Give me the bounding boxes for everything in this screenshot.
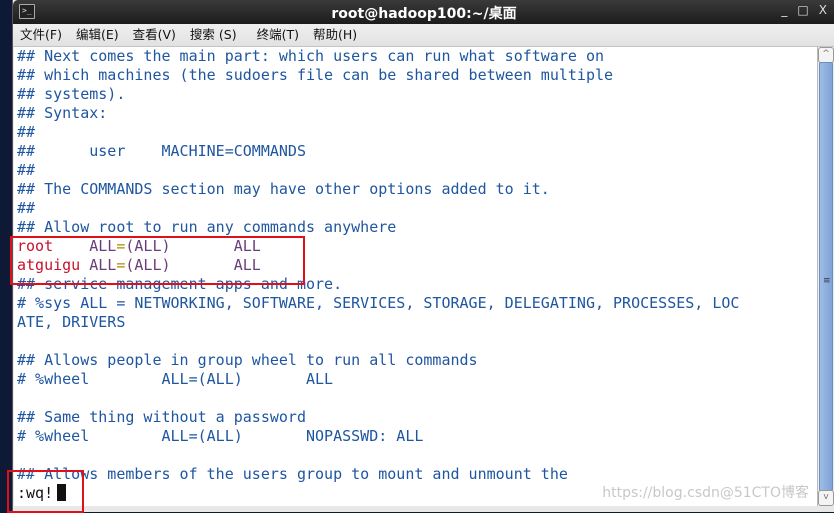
terminal-line: ## <box>17 199 35 218</box>
terminal-line: ## which machines (the sudoers file can … <box>17 66 613 85</box>
rule-command: ALL <box>170 237 261 255</box>
terminal-line: ## user MACHINE=COMMANDS <box>17 142 306 161</box>
menu-edit[interactable]: 编辑(E) <box>69 24 126 46</box>
line-text: %wheel ALL=(ALL) ALL <box>26 370 334 388</box>
terminal-line: ## Allow root to run any commands anywhe… <box>17 218 396 237</box>
terminal-line: # %wheel ALL=(ALL) ALL <box>17 370 333 389</box>
rule-user: root <box>17 237 81 255</box>
line-text: user MACHINE=COMMANDS <box>35 142 306 160</box>
rule-host: ALL <box>80 256 117 274</box>
comment-marker: ## <box>17 275 36 293</box>
comment-marker: # <box>17 427 27 445</box>
terminal-line: ## service management apps and more. <box>17 275 342 294</box>
scroll-up-arrow-icon[interactable]: ^ <box>818 47 834 63</box>
menu-terminal[interactable]: 终端(T) <box>250 24 306 46</box>
terminal-line: ## <box>17 161 35 180</box>
comment-marker: ## <box>17 161 36 179</box>
comment-marker: ## <box>17 47 36 65</box>
terminal-line: ATE, DRIVERS <box>17 313 125 332</box>
menu-view[interactable]: 查看(V) <box>126 24 183 46</box>
close-button[interactable]: X <box>819 3 827 17</box>
sudoers-rule-line: atguigu ALL=(ALL) ALL <box>17 256 261 275</box>
terminal-content[interactable]: ## Next comes the main part: which users… <box>14 47 817 506</box>
comment-marker: ## <box>17 85 36 103</box>
line-text: %sys ALL = NETWORKING, SOFTWARE, SERVICE… <box>26 294 740 312</box>
terminal-line: ## Allows members of the users group to … <box>17 465 568 484</box>
comment-marker: ## <box>17 142 36 160</box>
minimize-button[interactable]: _ <box>781 3 787 17</box>
menu-bar: 文件(F) 编辑(E) 查看(V) 搜索 (S) 终端(T) 帮助(H) <box>13 24 834 47</box>
comment-marker: ## <box>17 351 36 369</box>
title-bar[interactable]: >_ root@hadoop100:~/桌面 _ □ X <box>13 0 834 24</box>
window-title: root@hadoop100:~/桌面 <box>331 6 517 22</box>
terminal-line: # %wheel ALL=(ALL) NOPASSWD: ALL <box>17 427 423 446</box>
line-text: Same thing without a password <box>35 408 306 426</box>
text-cursor <box>57 484 67 501</box>
scrollbar-thumb[interactable]: ≡ <box>819 62 833 491</box>
maximize-button[interactable]: □ <box>797 3 808 17</box>
terminal-line: ## The COMMANDS section may have other o… <box>17 180 550 199</box>
comment-marker: # <box>17 294 27 312</box>
comment-marker: ## <box>17 180 36 198</box>
menu-help[interactable]: 帮助(H) <box>306 24 364 46</box>
line-text: Syntax: <box>35 104 108 122</box>
terminal-window: >_ root@hadoop100:~/桌面 _ □ X 文件(F) 编辑(E)… <box>12 0 834 512</box>
line-text: which machines (the sudoers file can be … <box>35 66 614 84</box>
terminal-line: ## Next comes the main part: which users… <box>17 47 604 66</box>
terminal-line: # %sys ALL = NETWORKING, SOFTWARE, SERVI… <box>17 294 739 313</box>
line-text: service management apps and more. <box>35 275 343 293</box>
rule-runas: (ALL) <box>125 237 171 255</box>
line-text: The COMMANDS section may have other opti… <box>35 180 550 198</box>
line-text: Allows people in group wheel to run all … <box>35 351 478 369</box>
line-text: %wheel ALL=(ALL) NOPASSWD: ALL <box>26 427 424 445</box>
comment-marker: ## <box>17 104 36 122</box>
line-text: systems). <box>35 85 126 103</box>
rule-runas: (ALL) <box>125 256 171 274</box>
line-text: Allow root to run any commands anywhere <box>35 218 397 236</box>
comment-marker: # <box>17 370 27 388</box>
comment-marker: ## <box>17 408 36 426</box>
rule-host: ALL <box>80 237 117 255</box>
line-text: ATE, DRIVERS <box>17 313 126 331</box>
comment-marker: ## <box>17 199 36 217</box>
comment-marker: ## <box>17 66 36 84</box>
terminal-line: ## Syntax: <box>17 104 107 123</box>
sudoers-rule-line: root ALL=(ALL) ALL <box>17 237 261 256</box>
vertical-scrollbar[interactable]: ^ ≡ v <box>817 47 834 506</box>
command-text: :wq! <box>17 484 54 502</box>
watermark: https://blog.csdn@51CTO博客 <box>602 485 809 501</box>
rule-command: ALL <box>170 256 261 274</box>
scroll-down-arrow-icon[interactable]: v <box>818 490 834 506</box>
comment-marker: ## <box>17 218 36 236</box>
vim-command-line: :wq! <box>17 484 67 503</box>
terminal-line: ## <box>17 123 35 142</box>
comment-marker: ## <box>17 465 36 483</box>
menu-file[interactable]: 文件(F) <box>13 24 69 46</box>
line-text: Allows members of the users group to mou… <box>35 465 568 483</box>
terminal-line: ## Allows people in group wheel to run a… <box>17 351 478 370</box>
rule-user: atguigu <box>17 256 81 274</box>
line-text: Next comes the main part: which users ca… <box>35 47 605 65</box>
terminal-line: ## Same thing without a password <box>17 408 306 427</box>
terminal-line: ## systems). <box>17 85 125 104</box>
menu-search[interactable]: 搜索 (S) <box>183 24 244 46</box>
comment-marker: ## <box>17 123 36 141</box>
